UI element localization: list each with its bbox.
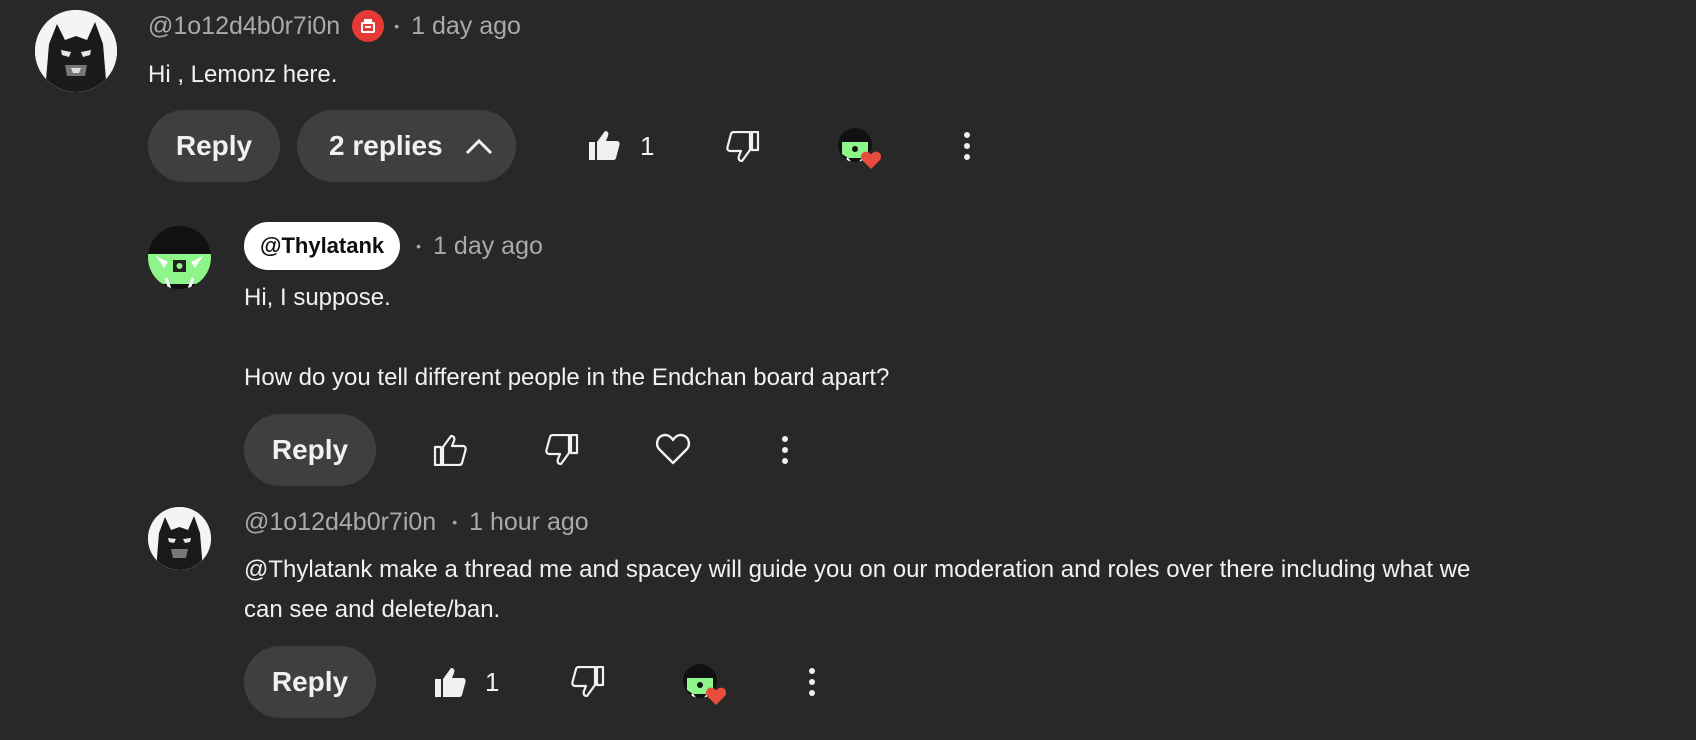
- reply-text-line: can see and delete/ban.: [244, 596, 501, 623]
- reply-meta: @1o12d4b0r7i0n • 1 hour ago: [244, 504, 589, 540]
- comment-text: Hi , Lemonz here.: [148, 61, 338, 88]
- heart-icon: [705, 687, 727, 705]
- creator-heart[interactable]: [683, 664, 731, 712]
- reply-meta: @Thylatank • 1 day ago: [244, 221, 543, 271]
- more-options-icon[interactable]: [770, 432, 800, 468]
- replies-toggle-button[interactable]: 2 replies: [297, 110, 516, 182]
- timestamp[interactable]: 1 day ago: [411, 12, 521, 41]
- member-badge-icon: [352, 10, 385, 42]
- chevron-up-icon: [465, 137, 493, 155]
- creator-heart[interactable]: [838, 128, 886, 176]
- avatar[interactable]: [35, 10, 117, 92]
- reply-button[interactable]: Reply: [244, 414, 376, 486]
- like-icon[interactable]: [432, 664, 468, 700]
- separator-dot: •: [416, 238, 422, 254]
- like-count: 1: [640, 131, 655, 161]
- reply-text-line: @Thylatank make a thread me and spacey w…: [244, 556, 1471, 583]
- reply-text: @Thylatank make a thread me and spacey w…: [244, 550, 1664, 630]
- reply-text-line: Hi, I suppose.: [244, 284, 391, 311]
- separator-dot: •: [452, 514, 458, 530]
- reply-text-line: How do you tell different people in the …: [244, 364, 890, 391]
- dislike-icon[interactable]: [725, 129, 761, 165]
- heart-icon[interactable]: [655, 431, 691, 467]
- separator-dot: •: [394, 18, 400, 34]
- replies-toggle-label: 2 replies: [329, 130, 443, 161]
- more-options-icon[interactable]: [952, 128, 982, 164]
- more-options-icon[interactable]: [797, 664, 827, 700]
- author-handle[interactable]: @Thylatank: [244, 222, 401, 270]
- timestamp[interactable]: 1 hour ago: [469, 508, 589, 537]
- avatar[interactable]: [148, 507, 211, 570]
- author-handle[interactable]: @1o12d4b0r7i0n: [244, 508, 436, 537]
- author-handle[interactable]: @1o12d4b0r7i0n: [148, 12, 340, 41]
- timestamp[interactable]: 1 day ago: [433, 232, 543, 261]
- reply-button[interactable]: Reply: [244, 646, 376, 718]
- dislike-icon[interactable]: [544, 432, 580, 468]
- comment-meta: @1o12d4b0r7i0n • 1 day ago: [148, 8, 521, 44]
- like-icon[interactable]: [586, 127, 622, 163]
- reply-text: Hi, I suppose. How do you tell different…: [244, 278, 889, 398]
- like-icon[interactable]: [432, 432, 468, 468]
- like-count: 1: [485, 667, 500, 697]
- dislike-icon[interactable]: [570, 664, 606, 700]
- heart-icon: [860, 151, 882, 169]
- avatar[interactable]: [148, 226, 211, 289]
- reply-button[interactable]: Reply: [148, 110, 280, 182]
